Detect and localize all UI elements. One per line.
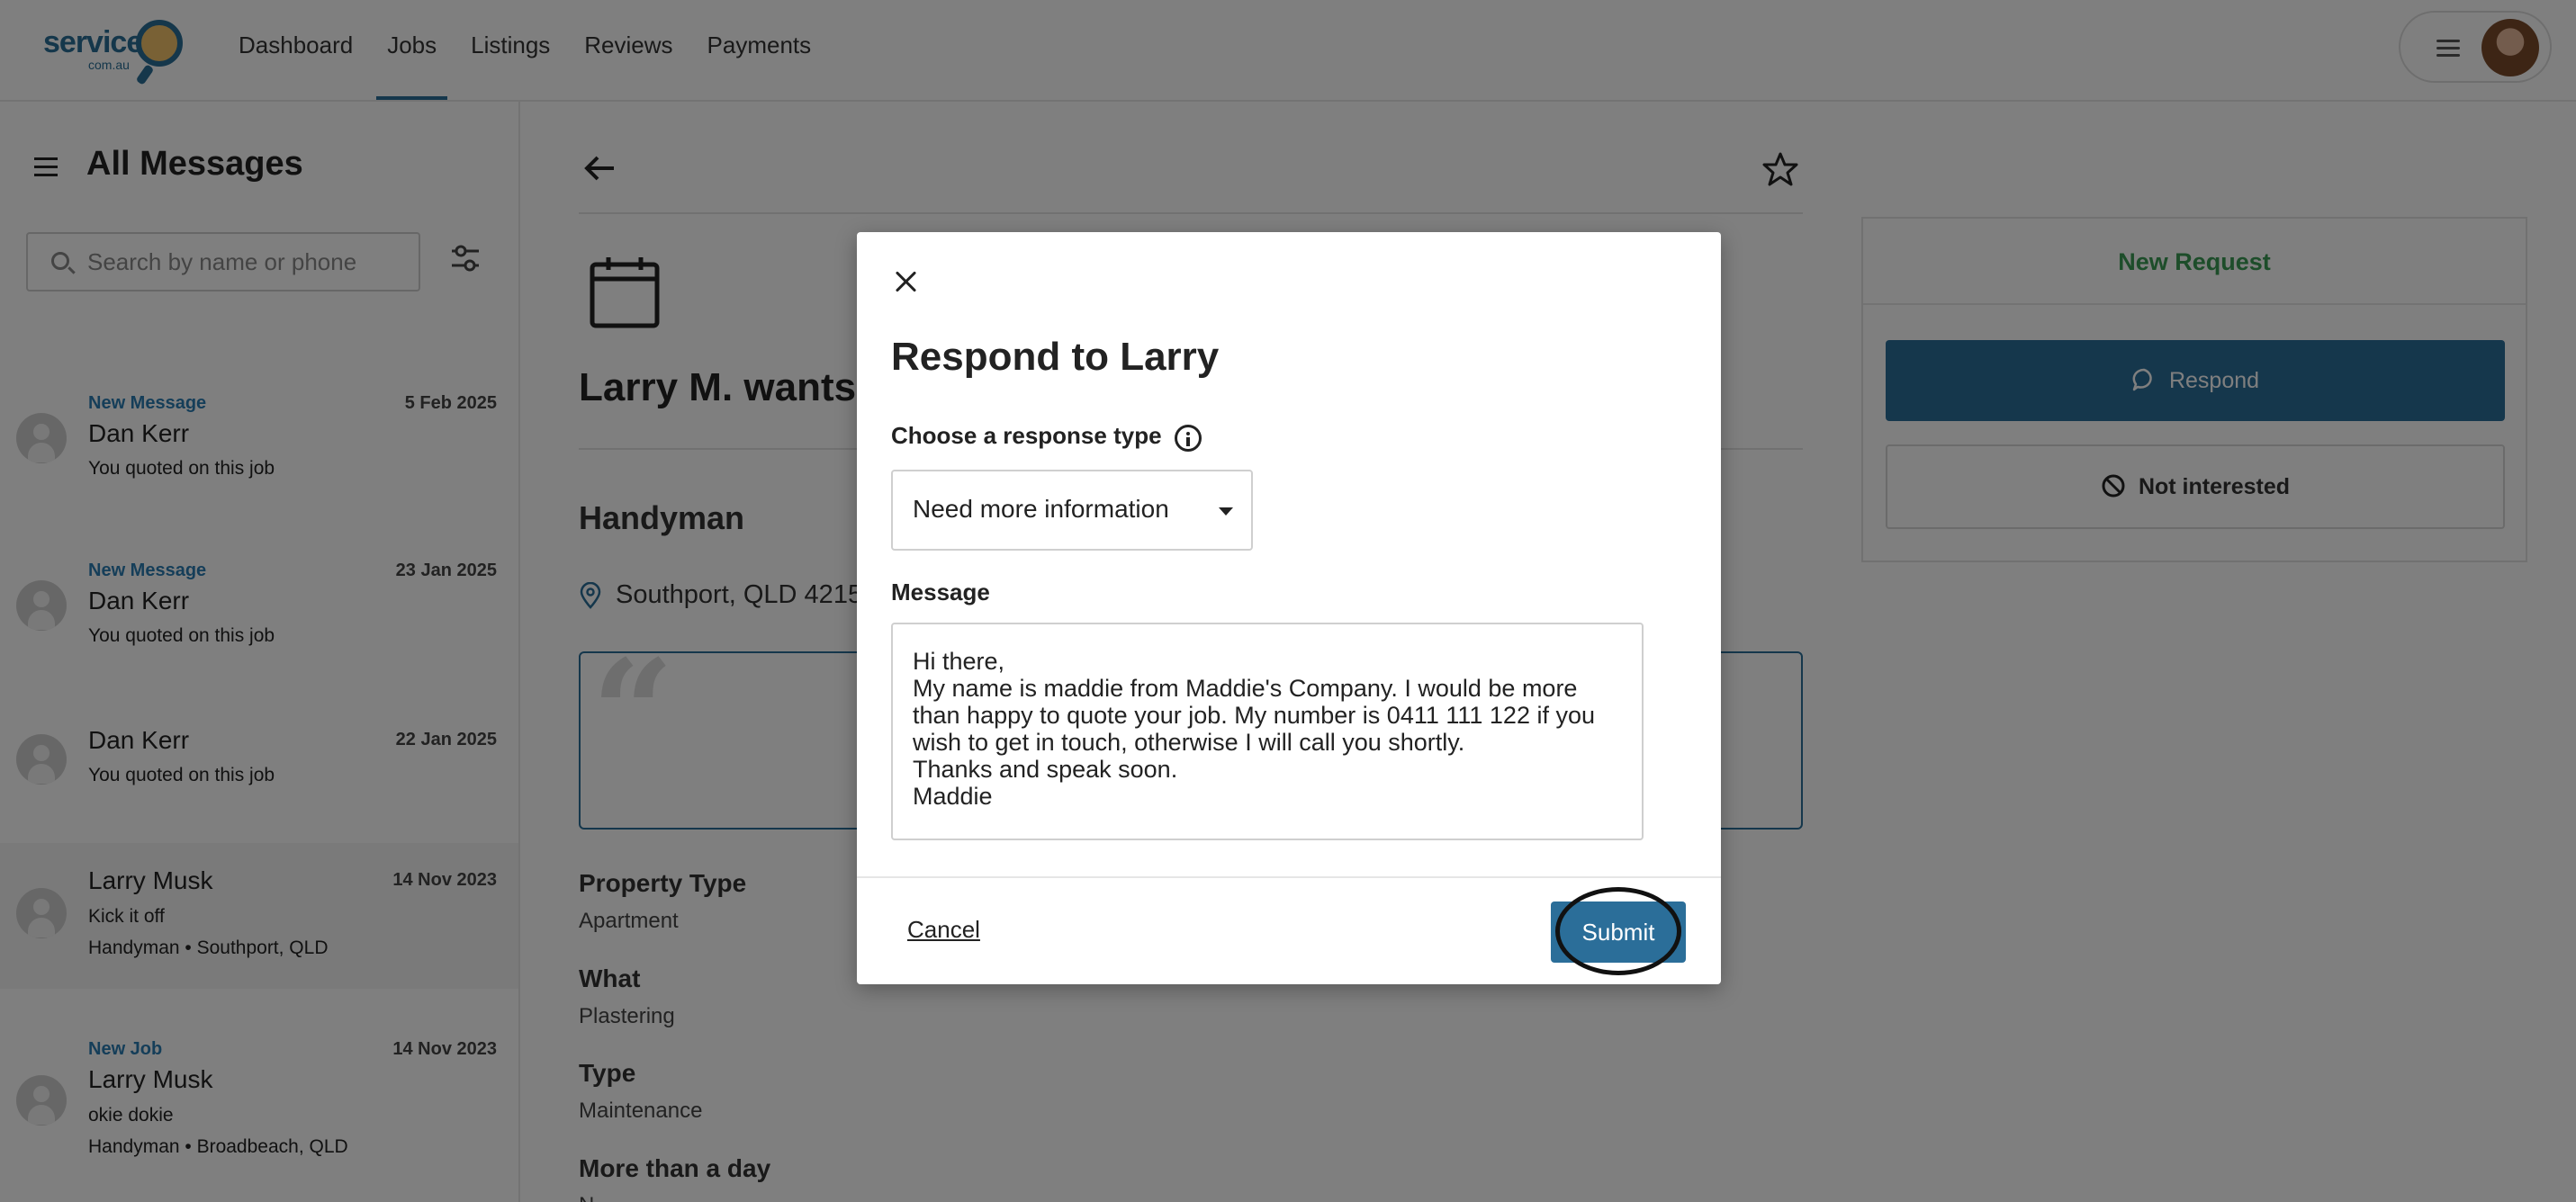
response-type-select[interactable]: Need more information [891, 470, 1253, 551]
modal-title: Respond to Larry [891, 335, 1220, 379]
highlight-circle [1555, 887, 1681, 975]
cancel-link[interactable]: Cancel [907, 916, 980, 944]
caret-down-icon [1219, 507, 1233, 516]
respond-modal: Respond to Larry Choose a response type … [857, 232, 1721, 984]
modal-footer: Cancel Submit [857, 876, 1721, 984]
close-icon[interactable] [893, 268, 920, 295]
response-type-label: Choose a response type [891, 422, 1162, 449]
message-textarea[interactable]: Hi there, My name is maddie from Maddie'… [891, 623, 1644, 840]
response-type-value: Need more information [913, 495, 1169, 523]
message-label: Message [891, 579, 990, 605]
info-icon[interactable] [1175, 425, 1202, 452]
